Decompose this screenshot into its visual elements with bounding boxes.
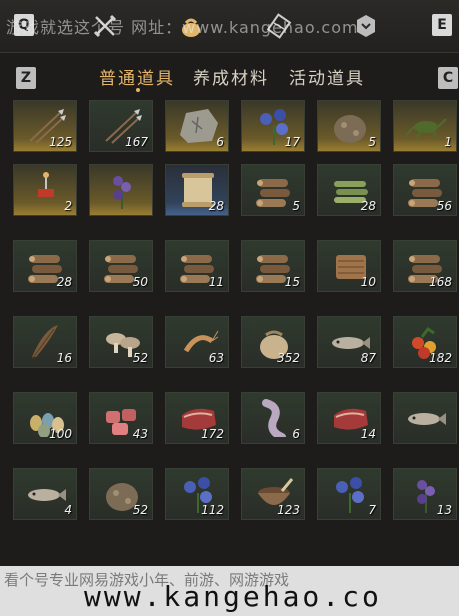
item-slot-firecracker[interactable]: 2 xyxy=(13,164,77,216)
tab-normal-items[interactable]: 普通道具 xyxy=(99,64,175,89)
item-slot-cricket[interactable]: 1 xyxy=(393,100,457,152)
item-quantity: 352 xyxy=(277,351,300,365)
item-slot-steak[interactable]: 172 xyxy=(165,392,229,444)
item-quantity: 10 xyxy=(360,275,376,289)
item-quantity: 123 xyxy=(277,503,300,517)
cricket-icon xyxy=(405,118,447,140)
item-quantity: 2 xyxy=(64,199,72,213)
item-quantity: 5 xyxy=(292,199,300,213)
item-quantity: 28 xyxy=(208,199,224,213)
item-quantity: 63 xyxy=(208,351,224,365)
item-slot-mortar[interactable]: 123 xyxy=(241,468,305,520)
item-quantity: 168 xyxy=(429,275,452,289)
key-z[interactable]: Z xyxy=(16,67,36,89)
item-quantity: 14 xyxy=(360,427,376,441)
item-slot-steak-2[interactable]: 14 xyxy=(317,392,381,444)
item-quantity: 7 xyxy=(368,503,376,517)
item-quantity: 43 xyxy=(132,427,148,441)
item-slot-mushroom[interactable]: 52 xyxy=(89,316,153,368)
item-slot-arrows-2[interactable]: 167 xyxy=(89,100,153,152)
item-slot-arrows[interactable]: 125 xyxy=(13,100,77,152)
item-quantity: 16 xyxy=(56,351,72,365)
item-slot-meat-chunks[interactable]: 43 xyxy=(89,392,153,444)
top-bar: Q E 游戏就选这个号 网址：www.kangehao.com xyxy=(0,0,459,53)
item-quantity: 112 xyxy=(201,503,224,517)
item-slot-logs[interactable]: 5 xyxy=(241,164,305,216)
watermark-bottom: 看个号专业网易游戏小年、前游、网游游戏 www.kangehao.co xyxy=(0,566,459,616)
flower-icon xyxy=(336,477,364,513)
fish-icon xyxy=(408,413,446,425)
tab-materials[interactable]: 养成材料 xyxy=(193,64,269,89)
item-quantity: 1 xyxy=(444,135,452,149)
item-quantity: 13 xyxy=(436,503,452,517)
item-slot-shrimp[interactable]: 63 xyxy=(165,316,229,368)
item-quantity: 28 xyxy=(56,275,72,289)
item-quantity: 100 xyxy=(49,427,72,441)
item-slot-berries[interactable]: 182 xyxy=(393,316,457,368)
item-slot-blue-flower[interactable]: 17 xyxy=(241,100,305,152)
item-quantity: 87 xyxy=(360,351,376,365)
item-quantity: 17 xyxy=(284,135,300,149)
ore-icon xyxy=(334,115,366,143)
item-quantity: 11 xyxy=(208,275,224,289)
item-slot-scroll[interactable]: 28 xyxy=(165,164,229,216)
watermark-bottom-url: www.kangehao.co xyxy=(84,580,382,613)
item-slot-purple-flower[interactable]: 7 xyxy=(317,468,381,520)
item-slot-logs-5[interactable]: 11 xyxy=(165,240,229,292)
item-slot-feather[interactable]: 16 xyxy=(13,316,77,368)
stone-icon xyxy=(180,109,218,143)
item-slot-salmon[interactable] xyxy=(393,392,457,444)
item-quantity: 52 xyxy=(132,351,148,365)
item-slot-ore-pile[interactable]: 52 xyxy=(89,468,153,520)
item-slot-logs-4[interactable]: 50 xyxy=(89,240,153,292)
item-slot-logs-3[interactable]: 28 xyxy=(13,240,77,292)
item-slot-hide[interactable]: 6 xyxy=(241,392,305,444)
item-slot-logs-7[interactable]: 168 xyxy=(393,240,457,292)
watermark-top: 游戏就选这个号 网址：www.kangehao.com xyxy=(6,18,359,37)
item-quantity: 15 xyxy=(284,275,300,289)
hide-icon xyxy=(262,399,286,437)
item-slot-logs-6[interactable]: 15 xyxy=(241,240,305,292)
tab-event-items[interactable]: 活动道具 xyxy=(289,64,365,89)
item-quantity: 167 xyxy=(125,135,148,149)
key-e[interactable]: E xyxy=(432,14,452,36)
item-quantity: 6 xyxy=(216,135,224,149)
firecracker-icon xyxy=(38,172,54,197)
item-slot-grain-sack[interactable]: 352 xyxy=(241,316,305,368)
item-quantity: 172 xyxy=(201,427,224,441)
item-quantity: 56 xyxy=(436,199,452,213)
item-slot-carp[interactable]: 4 xyxy=(13,468,77,520)
item-quantity: 50 xyxy=(132,275,148,289)
item-quantity: 5 xyxy=(368,135,376,149)
item-slot-ore[interactable]: 5 xyxy=(317,100,381,152)
active-tab-indicator xyxy=(136,88,140,92)
item-slot-bamboo[interactable]: 28 xyxy=(317,164,381,216)
item-quantity: 125 xyxy=(49,135,72,149)
tab-bar: Z 普通道具 养成材料 活动道具 C xyxy=(0,52,459,98)
item-slot-hay[interactable]: 10 xyxy=(317,240,381,292)
item-slot-white-flower[interactable]: 112 xyxy=(165,468,229,520)
item-slot-purple-herb[interactable] xyxy=(89,164,153,216)
item-quantity: 28 xyxy=(360,199,376,213)
item-slot-stone-tablet[interactable]: 6 xyxy=(165,100,229,152)
item-quantity: 52 xyxy=(132,503,148,517)
key-c[interactable]: C xyxy=(438,67,458,89)
fish-icon xyxy=(28,489,66,501)
item-slot-fish[interactable]: 87 xyxy=(317,316,381,368)
herb-icon xyxy=(113,176,131,209)
item-slot-eggs[interactable]: 100 xyxy=(13,392,77,444)
logs-icon xyxy=(256,179,290,207)
item-quantity: 6 xyxy=(292,427,300,441)
item-quantity: 182 xyxy=(429,351,452,365)
item-quantity: 4 xyxy=(64,503,72,517)
item-slot-logs-2[interactable]: 56 xyxy=(393,164,457,216)
item-slot-lavender[interactable]: 13 xyxy=(393,468,457,520)
